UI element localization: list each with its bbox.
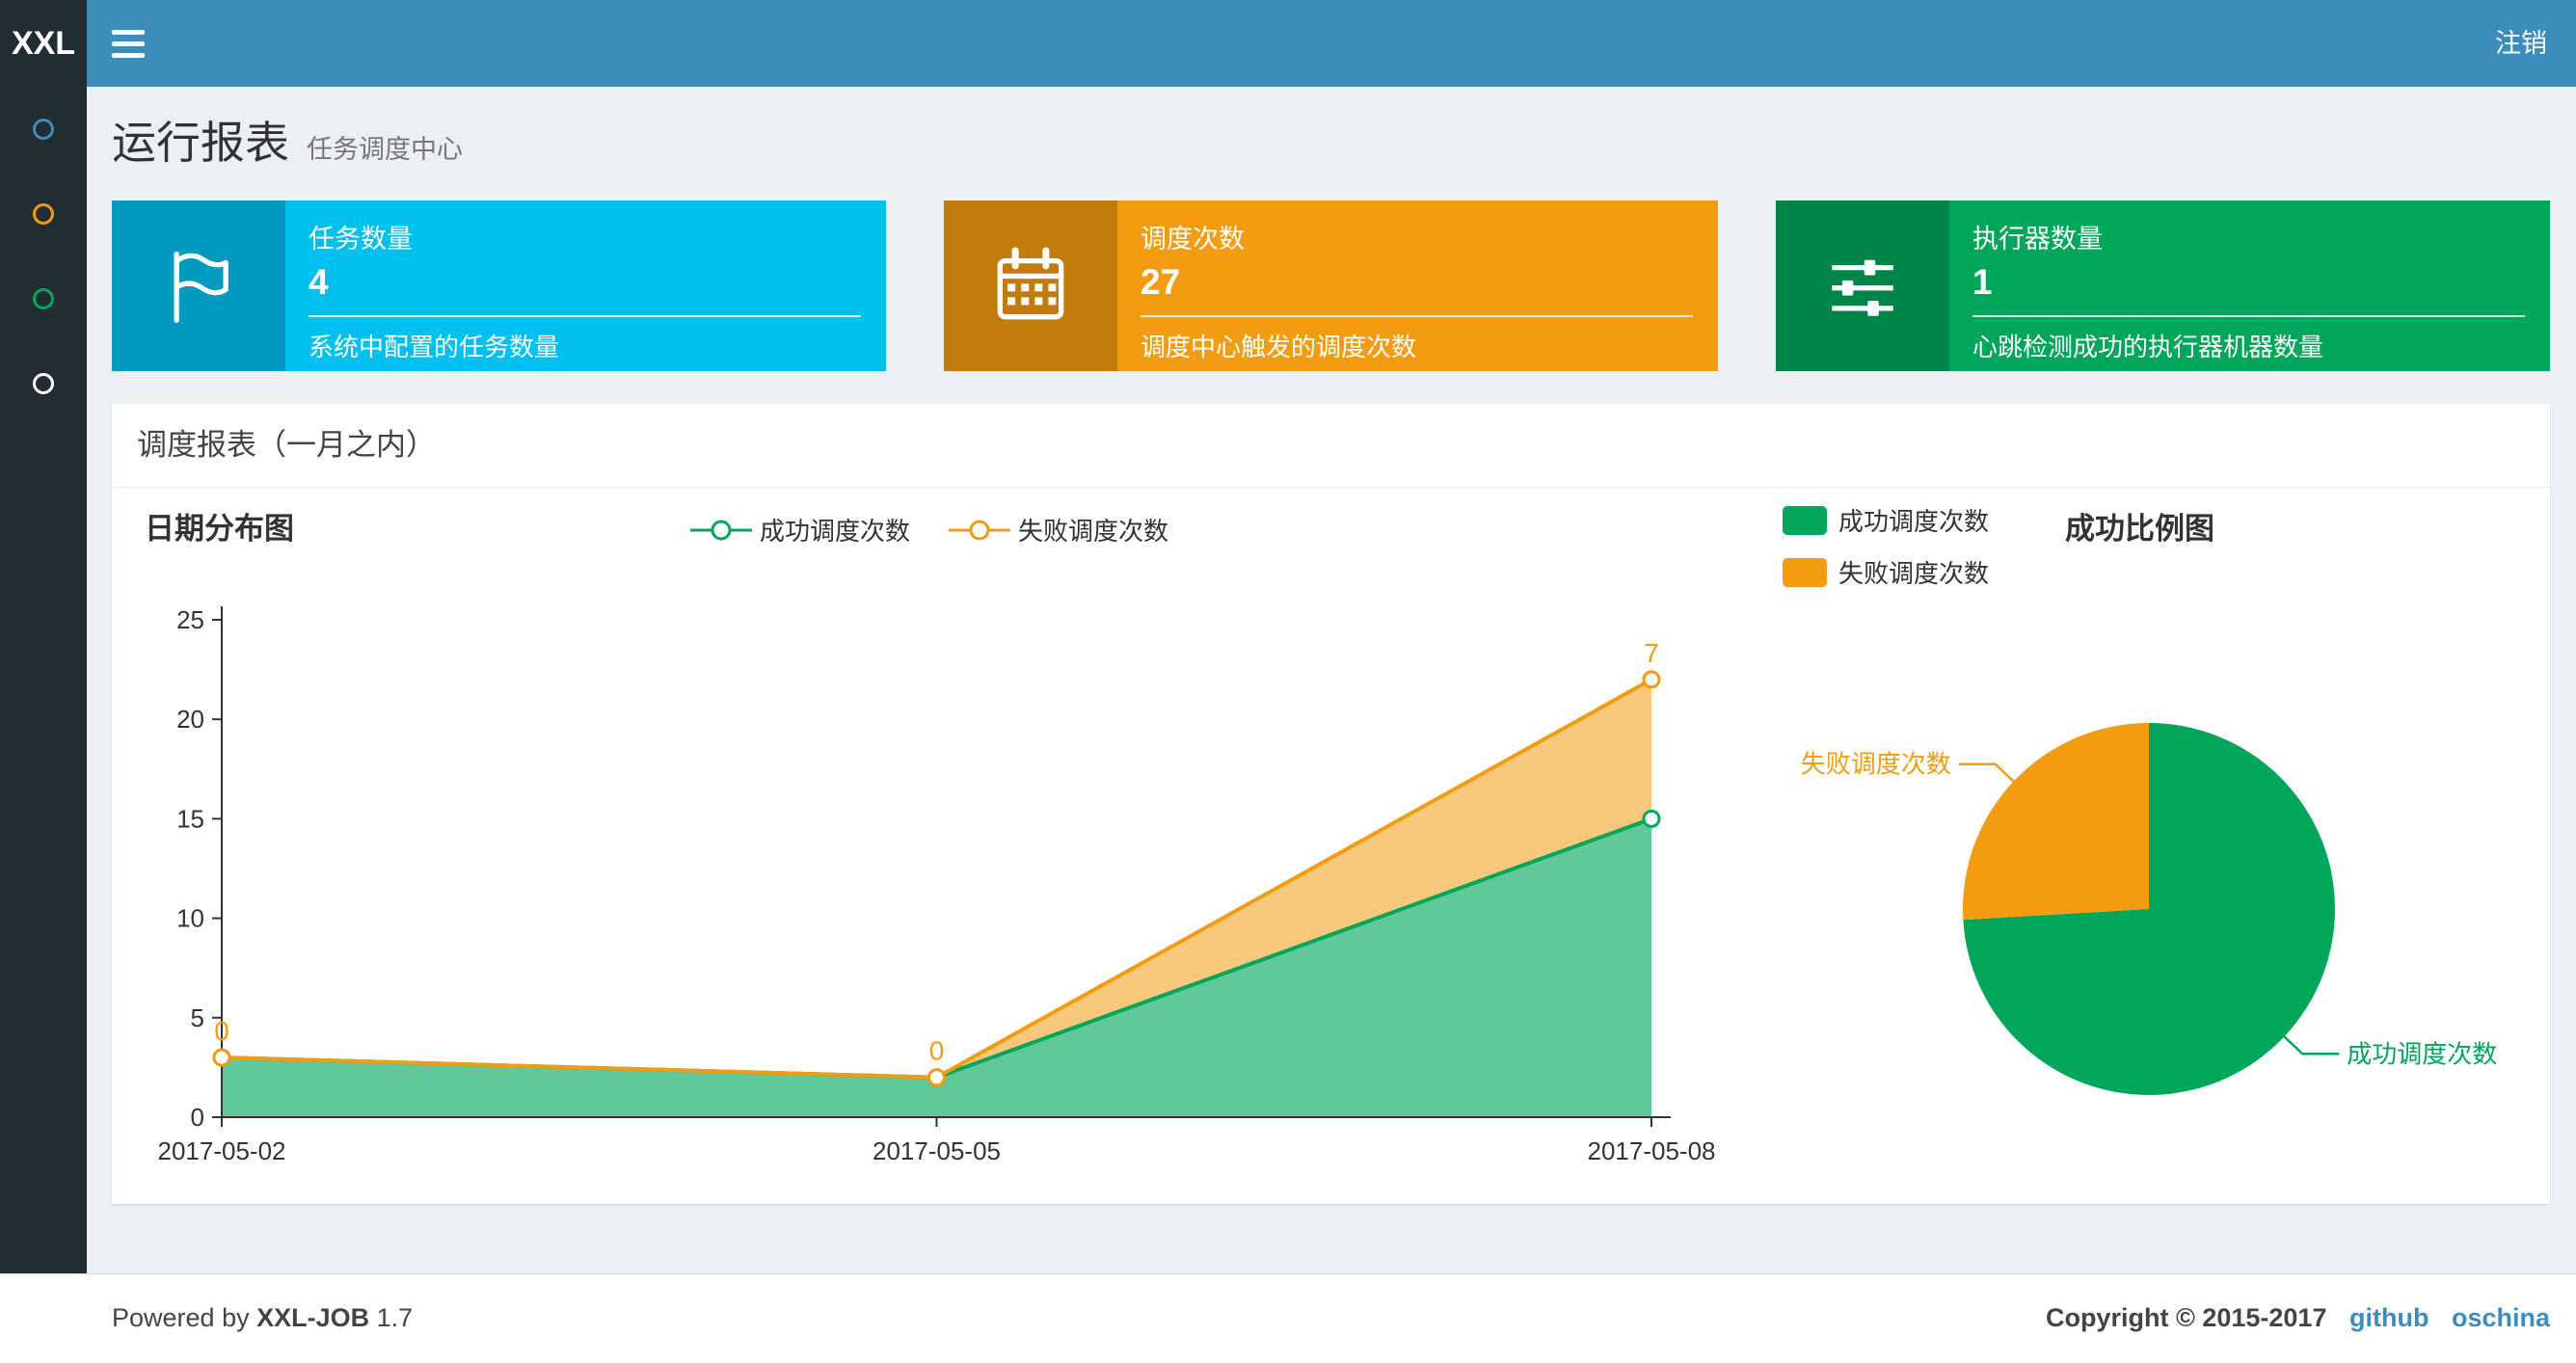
pie-legend-item[interactable]: 成功调度次数	[1783, 502, 1989, 538]
info-box-description: 系统中配置的任务数量	[309, 333, 560, 361]
legend-label: 成功调度次数	[1838, 507, 1990, 536]
pie-legend-item[interactable]: 失败调度次数	[1783, 554, 1989, 590]
navbar: XXL 注销	[0, 0, 2576, 87]
date-distribution-area-chart: 05101520252017-05-02 2017-05-05 2017-05-08…	[158, 605, 1716, 1165]
svg-text:0: 0	[191, 1103, 204, 1132]
product-name: XXL-JOB	[256, 1303, 370, 1332]
success-ratio-pie-chart: 成功调度次数 失败调度次数	[1801, 723, 2497, 1095]
svg-text:15: 15	[176, 804, 204, 833]
svg-text:2017-05-05: 2017-05-05	[872, 1136, 1001, 1165]
svg-text:10: 10	[176, 904, 204, 933]
copyright: Copyright © 2015-2017 github oschina	[2046, 1274, 2550, 1361]
svg-text:失败调度次数: 失败调度次数	[1801, 750, 1951, 779]
menu-circle-icon	[33, 288, 54, 309]
divider	[309, 315, 861, 317]
svg-text:5: 5	[191, 1003, 204, 1032]
hamburger-icon	[112, 52, 145, 58]
legend-line-marker-icon	[949, 520, 1011, 540]
divider	[1972, 315, 2525, 317]
sidebar	[0, 87, 87, 1273]
menu-circle-icon	[33, 203, 54, 225]
svg-text:25: 25	[176, 605, 204, 634]
sidebar-item-4[interactable]	[0, 341, 87, 426]
info-box-title: 任务数量	[309, 225, 413, 254]
svg-text:成功调度次数: 成功调度次数	[2347, 1039, 2497, 1068]
report-panel: 调度报表（一月之内） 日期分布图 成功调度次数 失败调度次数 0 5 10 15 20 2…	[112, 404, 2550, 1204]
info-box-value: 27	[1140, 262, 1181, 302]
calendar-icon	[944, 200, 1117, 371]
info-box-description: 心跳检测成功的执行器机器数量	[1972, 333, 2324, 361]
sidebar-item-3[interactable]	[0, 256, 87, 341]
sliders-icon	[1776, 200, 1949, 371]
svg-text:2017-05-08: 2017-05-08	[1588, 1136, 1716, 1165]
oschina-link[interactable]: oschina	[2452, 1303, 2550, 1332]
footer: Powered by XXL-JOB 1.7 Copyright © 2015-…	[0, 1273, 2576, 1363]
line-legend-item[interactable]: 失败调度次数	[949, 512, 1168, 548]
info-box: 调度次数 27 调度中心触发的调度次数	[944, 200, 1718, 371]
svg-text:0: 0	[929, 1036, 945, 1066]
legend-label: 失败调度次数	[1838, 559, 1990, 588]
info-box-title: 执行器数量	[1972, 225, 2103, 254]
line-legend-item[interactable]: 成功调度次数	[690, 512, 910, 548]
pie-legend-swatch	[1783, 557, 1827, 587]
line-chart-legend: 成功调度次数 失败调度次数	[690, 512, 1168, 548]
menu-circle-icon	[33, 119, 54, 140]
sidebar-item-2[interactable]	[0, 172, 87, 256]
github-link[interactable]: github	[2349, 1303, 2428, 1332]
pie-legend-swatch	[1783, 505, 1827, 535]
sidebar-toggle-button[interactable]	[87, 0, 170, 87]
legend-line-marker-icon	[690, 520, 752, 540]
page-title: 运行报表	[112, 118, 289, 168]
page-header: 运行报表 任务调度中心	[112, 108, 463, 172]
svg-text:20: 20	[176, 705, 204, 734]
info-box-description: 调度中心触发的调度次数	[1140, 333, 1417, 361]
pie-chart-legend: 成功调度次数 失败调度次数	[1783, 502, 1989, 606]
page-subtitle: 任务调度中心	[307, 135, 463, 164]
svg-text:0: 0	[214, 1016, 229, 1046]
line-chart-title: 日期分布图	[145, 512, 294, 546]
info-box-value: 1	[1972, 262, 1993, 302]
panel-title: 调度报表（一月之内）	[137, 428, 436, 462]
powered-by: Powered by XXL-JOB 1.7	[112, 1303, 414, 1332]
app-logo[interactable]: XXL	[0, 0, 87, 87]
sidebar-item-1[interactable]	[0, 87, 87, 172]
info-box: 执行器数量 1 心跳检测成功的执行器机器数量	[1776, 200, 2550, 371]
info-box-title: 调度次数	[1140, 225, 1245, 254]
pie-chart-title: 成功比例图	[2065, 512, 2214, 546]
hamburger-icon	[112, 29, 145, 35]
info-box-value: 4	[309, 262, 329, 302]
svg-text:7: 7	[1644, 638, 1659, 668]
legend-label: 成功调度次数	[760, 517, 911, 546]
product-version: 1.7	[376, 1303, 414, 1332]
app-logo-text: XXL	[11, 24, 76, 62]
menu-circle-icon	[33, 373, 54, 394]
hamburger-icon	[112, 40, 145, 46]
svg-text:2017-05-02: 2017-05-02	[158, 1136, 286, 1165]
panel-header: 调度报表（一月之内）	[112, 404, 2550, 488]
copyright-text: Copyright © 2015-2017	[2045, 1303, 2327, 1332]
flag-icon	[112, 200, 285, 371]
logout-link[interactable]: 注销	[2466, 0, 2576, 87]
divider	[1140, 315, 1693, 317]
info-box: 任务数量 4 系统中配置的任务数量	[112, 200, 886, 371]
legend-label: 失败调度次数	[1018, 517, 1169, 546]
